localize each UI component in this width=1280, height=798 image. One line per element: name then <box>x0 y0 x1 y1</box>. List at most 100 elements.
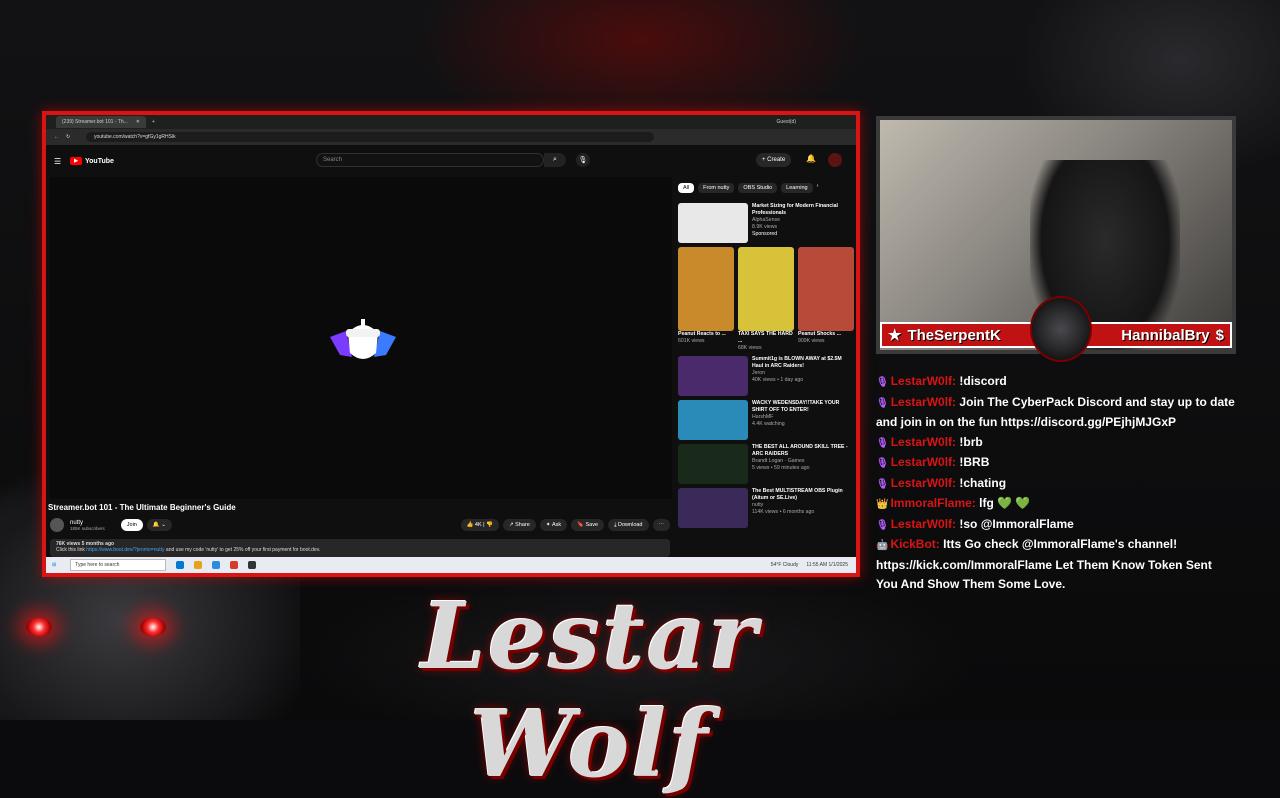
windows-taskbar: ⊞ Type here to search 54°F Cloudy 11:55 … <box>46 557 856 573</box>
short-thumbnail[interactable] <box>678 247 734 331</box>
chat-user: LestarW0lf: <box>890 475 957 490</box>
close-icon[interactable]: ✕ <box>136 119 140 125</box>
youtube-header: ☰ ▶ YouTube Search ⌕ 🎙 + Create 🔔 <box>46 145 856 177</box>
chat-user: LestarW0lf: <box>890 455 957 469</box>
chevron-right-icon[interactable]: › <box>817 183 819 193</box>
ask-label: Ask <box>551 522 562 528</box>
create-button[interactable]: + Create <box>756 153 792 167</box>
chrome-icon[interactable] <box>230 561 239 569</box>
name-left: TheSerpentK <box>907 326 1001 344</box>
short-views: 68K views <box>738 345 762 351</box>
video-title: Summit1g is BLOWN AWAY at $2.5M Haul in … <box>752 356 842 369</box>
chat-text: !brb <box>959 434 983 449</box>
list-item[interactable]: Summit1g is BLOWN AWAY at $2.5M Haul in … <box>678 356 854 396</box>
save-button[interactable]: 🔖 Save <box>571 519 605 531</box>
obs-icon[interactable] <box>248 561 257 569</box>
edge-icon[interactable] <box>176 561 185 569</box>
clock-time: 11:55 AM <box>806 562 828 568</box>
back-icon[interactable]: ← <box>54 134 59 140</box>
video-thumbnail[interactable] <box>678 444 748 484</box>
chat-user: LestarW0lf: <box>890 434 957 449</box>
avatar[interactable] <box>828 153 842 167</box>
youtube-logo[interactable]: ▶ YouTube <box>70 157 114 165</box>
short-item[interactable]: TAXI SAYS THE HARD ... 68K views <box>738 247 794 352</box>
chat-message: 👑 ImmoralFlame: lfg 💚 💚 <box>876 494 1236 515</box>
chat-user: LestarW0lf: <box>890 374 957 388</box>
video-channel: AlphaSense <box>752 217 780 223</box>
chat-user: LestarW0lf: <box>890 516 957 531</box>
store-icon[interactable] <box>212 561 221 569</box>
short-thumbnail[interactable] <box>798 247 854 331</box>
chip-learning[interactable]: Learning <box>781 183 813 193</box>
video-meta: 5 views • 59 minutes ago <box>752 465 810 471</box>
desc-suffix: and use my code 'nutty' to get 25% off y… <box>164 547 321 553</box>
video-description[interactable]: 76K views 5 months ago Click this link h… <box>50 539 670 557</box>
video-player[interactable] <box>50 177 672 499</box>
taskbar-search-input[interactable]: Type here to search <box>70 559 167 571</box>
like-button[interactable]: 👍 4K | 👎 <box>460 519 499 531</box>
search-icon[interactable]: ⌕ <box>544 153 566 167</box>
short-thumbnail[interactable] <box>738 247 794 331</box>
menu-icon[interactable]: ☰ <box>54 157 61 166</box>
mic-badge-icon: 🎙 <box>876 458 889 469</box>
search-input[interactable]: Search <box>316 153 544 167</box>
folder-icon[interactable] <box>194 561 203 569</box>
video-thumbnail[interactable] <box>678 356 748 396</box>
brand-logo-text: Lestar Wolf <box>421 582 759 798</box>
sponsored-badge: Sponsored <box>752 231 778 237</box>
play-icon: ▶ <box>70 157 82 165</box>
star-icon: ★ <box>888 327 902 344</box>
subscribe-bell-button[interactable]: 🔔 ⌄ <box>146 519 172 531</box>
list-item[interactable]: THE BEST ALL AROUND SKILL TREE - ARC RAI… <box>678 444 854 484</box>
clock[interactable]: 11:55 AM 1/1/2025 <box>806 562 848 568</box>
chat-text: !BRB <box>959 455 990 469</box>
short-title: Peanut Shocks ... <box>798 331 841 337</box>
url-input[interactable]: youtube.com/watch?v=gfGy1gRHSik <box>86 132 654 142</box>
mic-icon[interactable]: 🎙 <box>576 153 590 167</box>
name-right: HannibalBry <box>1121 326 1210 344</box>
more-icon[interactable]: ⋯ <box>652 519 670 531</box>
address-bar: ← ↻ youtube.com/watch?v=gfGy1gRHSik <box>46 129 856 145</box>
streamerbot-logo <box>330 319 396 359</box>
chat-message: 🎙 LestarW0lf: !brb <box>876 433 1236 454</box>
chat-user: LestarW0lf: <box>890 394 957 409</box>
browser-tab[interactable]: (239) Streamer.bot 101 - Th... ✕ <box>56 116 146 128</box>
chip-obs-studio[interactable]: OBS Studio <box>738 183 778 193</box>
video-thumbnail[interactable] <box>678 203 748 243</box>
share-label: Share <box>515 522 530 528</box>
download-button[interactable]: ⤓ Download <box>608 519 649 531</box>
video-title: The Best MULTISTREAM OBS Plugin (Aitum o… <box>752 488 843 501</box>
windows-start-icon[interactable]: ⊞ <box>52 562 56 568</box>
mic-badge-icon: 🎙 <box>876 519 889 531</box>
video-thumbnail[interactable] <box>678 400 748 440</box>
channel-row: nutty 185K subscribers Join 🔔 ⌄ 👍 4K | 👎… <box>50 515 670 535</box>
list-item[interactable]: Market Sizing for Modern Financial Profe… <box>678 203 854 243</box>
share-button[interactable]: ↗ Share <box>502 519 536 531</box>
channel-avatar[interactable] <box>50 518 64 532</box>
new-tab-icon[interactable]: + <box>152 119 155 125</box>
weather[interactable]: 54°F Cloudy <box>771 562 799 568</box>
video-thumbnail[interactable] <box>678 488 748 528</box>
join-button[interactable]: Join <box>120 519 143 531</box>
chat-message: 🎙 LestarW0lf: !BRB <box>876 453 1236 474</box>
list-item[interactable]: WACKY WEDENSDAY!!TAKE YOUR SHIRT OFF TO … <box>678 400 854 440</box>
chat-overlay: 🎙 LestarW0lf: !discord 🎙 LestarW0lf: Join … <box>876 372 1236 595</box>
short-item[interactable]: Peanut Reacts to ... 601K views <box>678 247 734 352</box>
list-item[interactable]: The Best MULTISTREAM OBS Plugin (Aitum o… <box>678 488 854 528</box>
reload-icon[interactable]: ↻ <box>66 134 70 140</box>
tab-title: (239) Streamer.bot 101 - Th... <box>62 119 128 125</box>
logo-text: YouTube <box>85 157 114 165</box>
video-title: WACKY WEDENSDAY!!TAKE YOUR SHIRT OFF TO … <box>752 400 840 413</box>
video-title: Streamer.bot 101 - The Ultimate Beginner… <box>48 503 236 512</box>
desc-link[interactable]: https://www.boot.dev/?promo=nutty <box>86 547 164 553</box>
sidebar-recommendations: Market Sizing for Modern Financial Profe… <box>678 203 854 532</box>
chat-message: 🎙 LestarW0lf: !so @ImmoralFlame <box>876 515 1236 536</box>
chat-message: 🎙 LestarW0lf: Join The CyberPack Discord … <box>876 393 1236 433</box>
chat-message: 🎙 LestarW0lf: !discord <box>876 372 1236 393</box>
chip-from-nutty[interactable]: From nutty <box>698 183 735 193</box>
bell-icon[interactable]: 🔔 <box>806 154 816 163</box>
short-item[interactable]: Peanut Shocks ... 909K views <box>798 247 854 352</box>
ask-button[interactable]: ✦ Ask <box>539 519 568 531</box>
chip-all[interactable]: All <box>678 183 695 193</box>
profile-label[interactable]: Guest(d) <box>777 119 796 125</box>
